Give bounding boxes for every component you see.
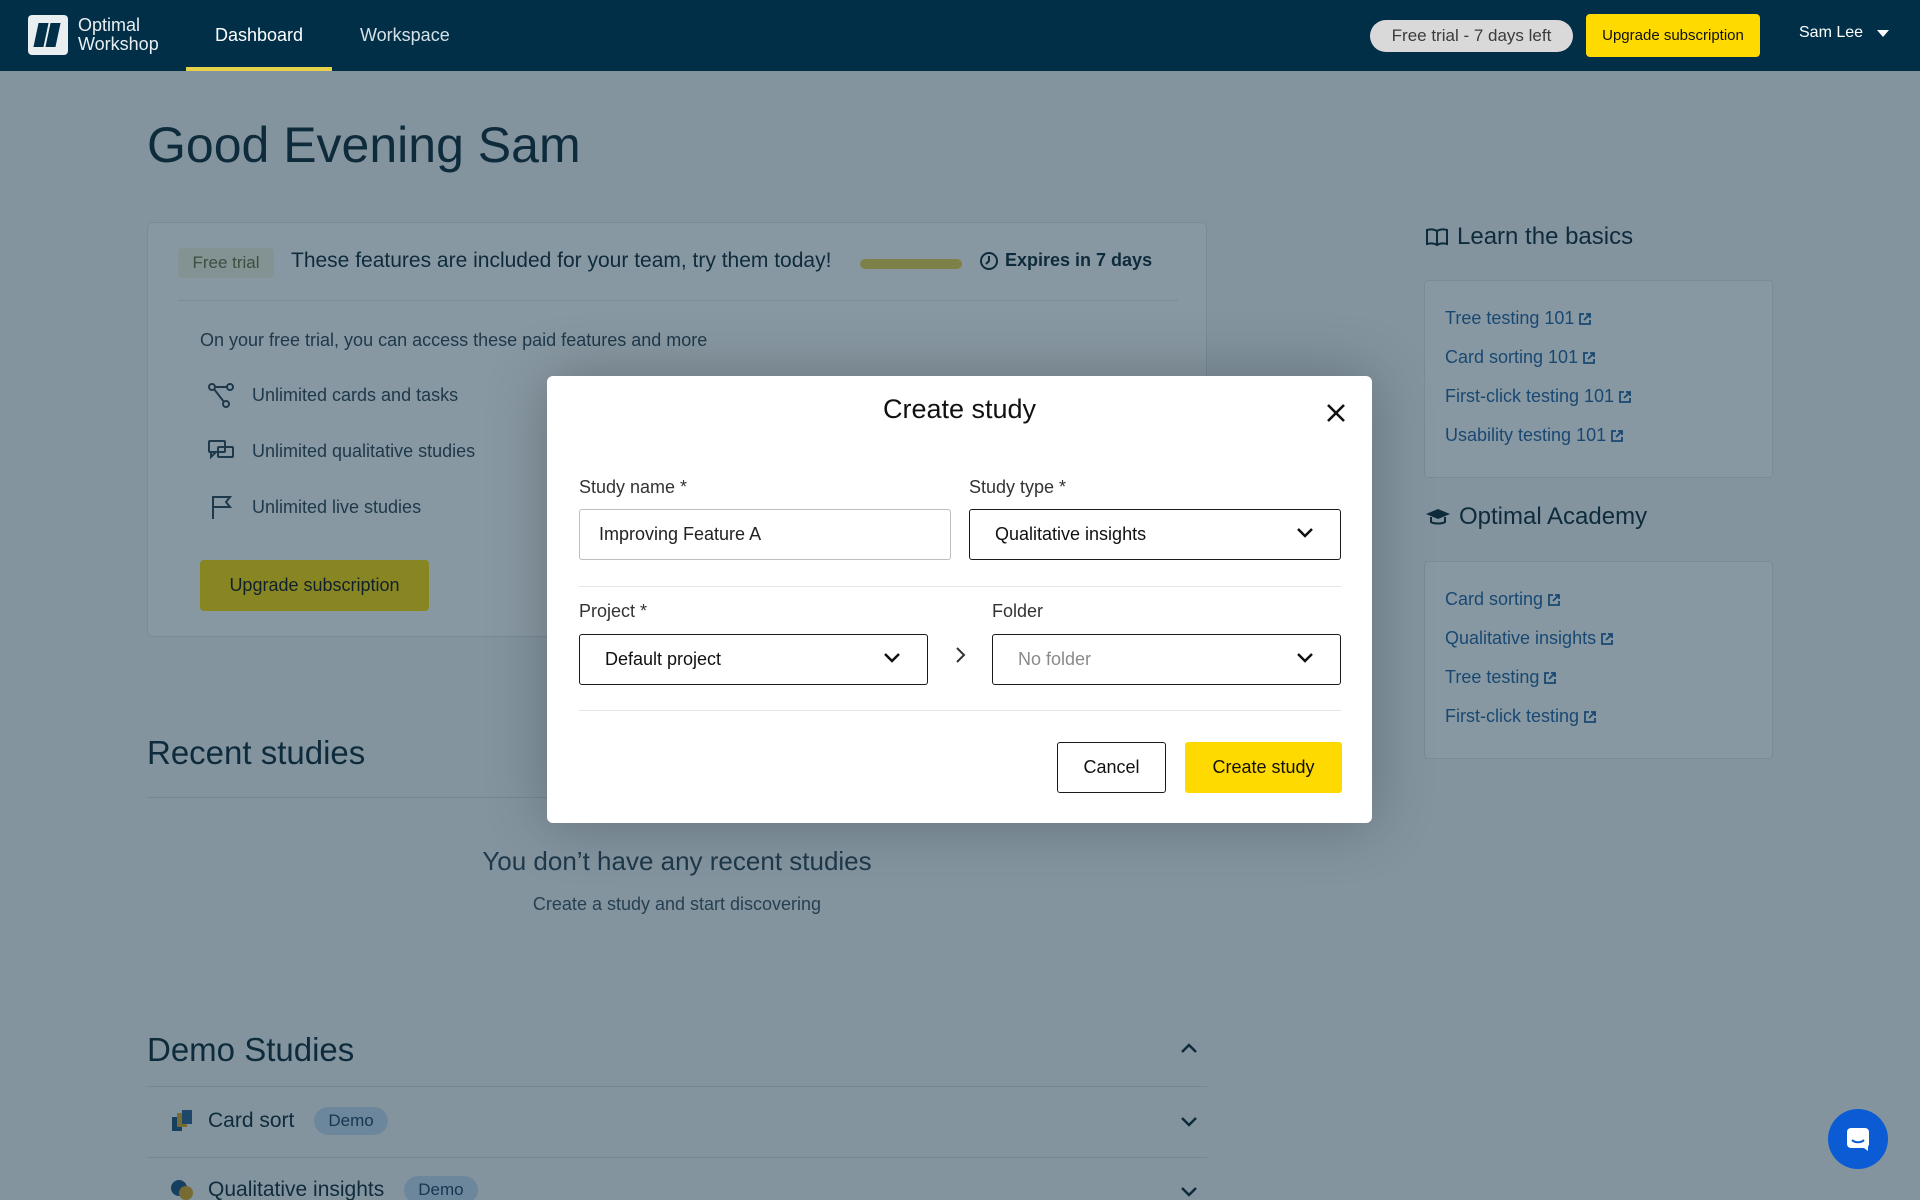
tab-dashboard[interactable]: Dashboard: [186, 0, 333, 71]
folder-label: Folder: [992, 601, 1044, 621]
study-type-value: Qualitative insights: [995, 524, 1147, 544]
study-name-label: Study name *: [579, 477, 688, 497]
user-name: Sam Lee: [1799, 24, 1864, 41]
project-select[interactable]: Default project: [579, 634, 928, 685]
free-trial-pill[interactable]: Free trial - 7 days left: [1370, 20, 1573, 52]
create-study-button[interactable]: Create study: [1185, 742, 1342, 793]
logo-mark-icon: [28, 15, 68, 55]
chevron-down-icon: [884, 653, 900, 663]
modal-divider: [579, 586, 1341, 587]
folder-value: No folder: [1018, 649, 1092, 669]
logo-line2: Workshop: [78, 34, 159, 54]
create-study-modal: Create study Study name * Study type * Q…: [547, 376, 1372, 823]
upgrade-subscription-button[interactable]: Upgrade subscription: [1586, 14, 1760, 57]
study-type-select[interactable]: Qualitative insights: [969, 509, 1341, 560]
tab-dashboard-label: Dashboard: [215, 25, 304, 45]
chat-icon: [1847, 1128, 1869, 1151]
optimal-workshop-logo[interactable]: Optimal Workshop: [28, 15, 159, 55]
user-menu[interactable]: Sam Lee: [1799, 24, 1890, 42]
folder-select[interactable]: No folder: [992, 634, 1341, 685]
logo-line1: Optimal: [78, 15, 141, 35]
chevron-right-icon: [956, 647, 966, 663]
study-type-label: Study type *: [969, 477, 1067, 497]
tab-workspace[interactable]: Workspace: [360, 0, 450, 71]
chevron-down-icon: [1877, 29, 1890, 37]
cancel-button[interactable]: Cancel: [1057, 742, 1166, 793]
tab-workspace-label: Workspace: [360, 25, 450, 45]
chevron-down-icon: [1297, 653, 1313, 663]
project-label: Project *: [579, 601, 648, 621]
modal-divider: [579, 710, 1341, 711]
top-navigation-bar: Optimal Workshop Dashboard Workspace Fre…: [0, 0, 1920, 71]
study-name-input[interactable]: [579, 509, 951, 560]
project-value: Default project: [605, 649, 722, 669]
modal-title: Create study: [882, 394, 1037, 424]
close-icon[interactable]: [1325, 402, 1347, 424]
chat-launcher-button[interactable]: [1828, 1109, 1888, 1169]
chevron-down-icon: [1297, 528, 1313, 538]
